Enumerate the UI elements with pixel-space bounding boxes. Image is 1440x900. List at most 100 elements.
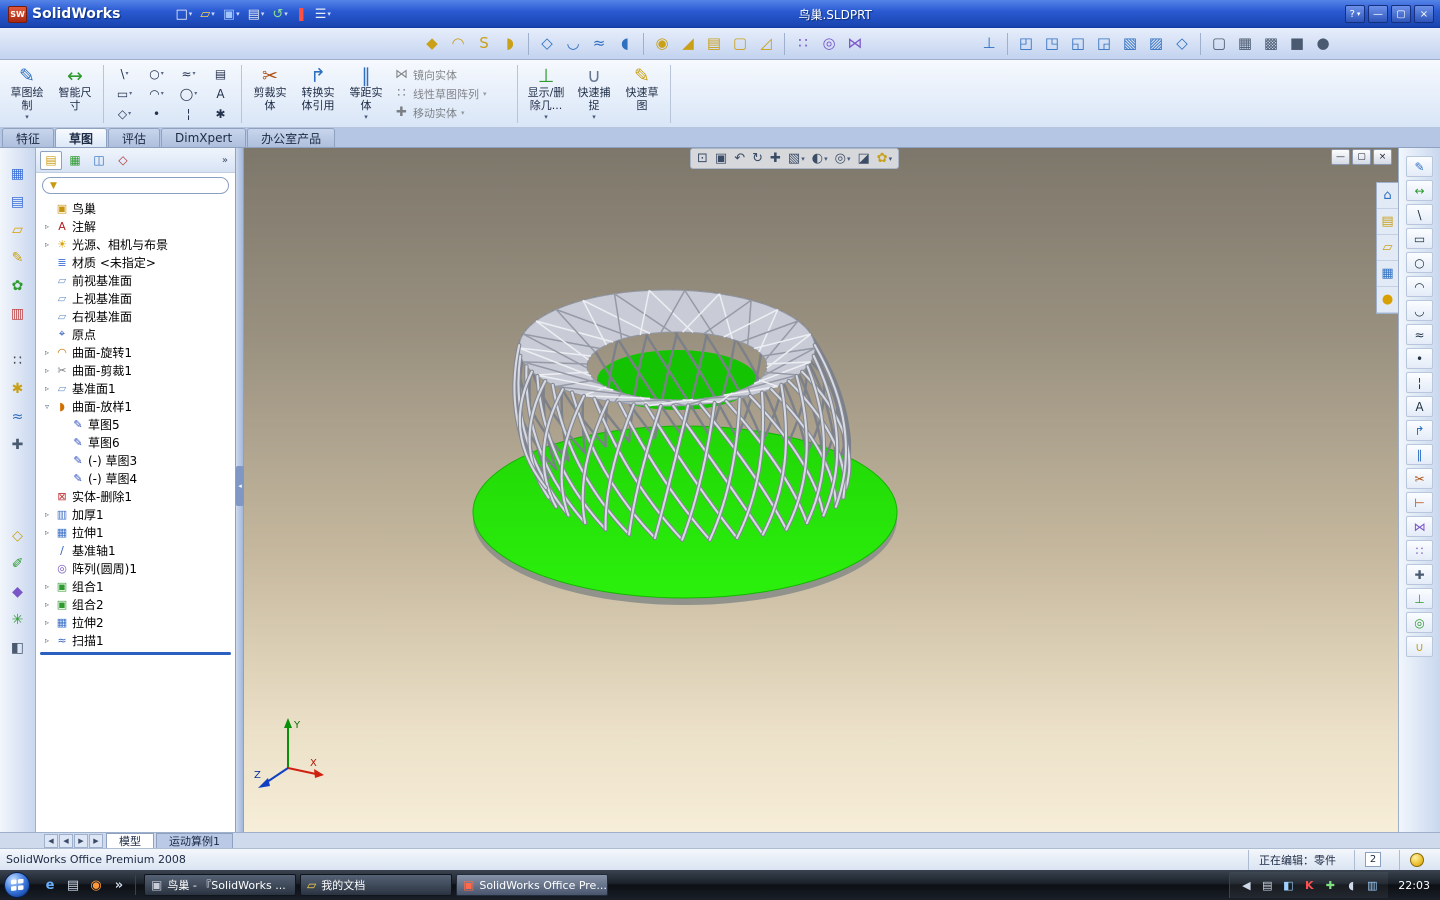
ime-language-icon[interactable]: ▤ bbox=[1259, 877, 1275, 893]
appearances-icon[interactable]: ● bbox=[1377, 287, 1398, 313]
smart-dimension-icon[interactable]: ↔ bbox=[1406, 180, 1433, 201]
new-document-icon[interactable]: □ ▾ bbox=[172, 4, 195, 24]
internet-explorer-icon[interactable]: e bbox=[40, 875, 60, 895]
tree-item-origin[interactable]: ⌖ 原点 bbox=[36, 325, 235, 343]
network-icon[interactable]: ▥ bbox=[1364, 877, 1380, 893]
expand-arrow-icon[interactable]: ▹ bbox=[42, 582, 52, 591]
polygon-icon[interactable]: ◇ ▾ bbox=[109, 104, 140, 123]
media-player-icon[interactable]: ◉ bbox=[86, 875, 106, 895]
taskbar-window-solidworks-office[interactable]: ▣ SolidWorks Office Pre... bbox=[456, 874, 608, 896]
quick-tips-icon[interactable] bbox=[1410, 852, 1424, 867]
volume-icon[interactable]: ◖ bbox=[1343, 877, 1359, 893]
extruded-boss-icon[interactable]: ◆ bbox=[420, 32, 444, 56]
tab-评估[interactable]: 评估 bbox=[108, 128, 161, 147]
sketch-picture-icon[interactable]: ▤ bbox=[205, 64, 236, 83]
tree-item-axis1[interactable]: ∕ 基准轴1 bbox=[36, 541, 235, 559]
text-icon[interactable]: A bbox=[1406, 396, 1433, 417]
tree-item-extrude2[interactable]: ▹ ▦ 拉伸2 bbox=[36, 613, 235, 631]
sparkle-icon[interactable]: ✱ bbox=[5, 377, 30, 400]
expand-arrow-icon[interactable]: ▹ bbox=[42, 510, 52, 519]
overflow-chevron-icon[interactable]: » bbox=[219, 155, 231, 166]
dropdown-arrow-icon[interactable]: ▾ bbox=[129, 90, 132, 97]
graphics-settings-icon[interactable]: ◧ bbox=[1280, 877, 1296, 893]
dropdown-arrow-icon[interactable]: ▾ bbox=[284, 10, 288, 18]
show-desktop-icon[interactable]: ▤ bbox=[63, 875, 83, 895]
tree-item-surface-loft1[interactable]: ▿ ◗ 曲面-放样1 bbox=[36, 397, 235, 415]
rollback-bar[interactable] bbox=[40, 652, 231, 655]
mirror-entities-icon[interactable]: ⋈ bbox=[1406, 516, 1433, 537]
tree-item-right-plane[interactable]: ▱ 右视基准面 bbox=[36, 307, 235, 325]
quick-snaps-icon[interactable]: ∪ bbox=[1406, 636, 1433, 657]
circle-icon[interactable]: ○ bbox=[1406, 252, 1433, 273]
linear-pattern-icon[interactable]: ∷ bbox=[791, 32, 815, 56]
solidworks-resources-icon[interactable]: ⌂ bbox=[1377, 183, 1398, 209]
hide-show-items-icon[interactable]: ◎ ▾ bbox=[832, 150, 854, 168]
property-manager-icon[interactable]: ▦ bbox=[64, 151, 86, 170]
maximize-button[interactable]: ▢ bbox=[1391, 5, 1411, 23]
construction-geometry-icon[interactable]: ✱ bbox=[205, 104, 236, 123]
expand-arrow-icon[interactable]: ▹ bbox=[42, 240, 52, 249]
doc-tab-model[interactable]: 模型 bbox=[106, 833, 154, 848]
graphics-viewport[interactable]: ⊡ ▣ ↶ ↻ ✚ ▧ ▾ ◐ ▾ ◎ ▾ ◪ ✿ ▾ — ▢ × ⌂ ▤ ▱ ▦ ● Y X Z bbox=[244, 148, 1398, 832]
tab-DimXpert[interactable]: DimXpert bbox=[161, 128, 247, 147]
trim-entities-button[interactable]: ✂ 剪裁实体 bbox=[247, 63, 293, 125]
quick-snaps-button[interactable]: ∪ 快速捕捉 ▾ bbox=[571, 63, 617, 125]
swept-boss-icon[interactable]: S bbox=[472, 32, 496, 56]
shaded-icon[interactable]: ● bbox=[1311, 32, 1335, 56]
print-icon[interactable]: ▤ ▾ bbox=[245, 4, 268, 24]
line-icon[interactable]: \ ▾ bbox=[109, 64, 140, 83]
move-entities-button[interactable]: ✚ 移动实体 ▾ bbox=[394, 105, 512, 121]
tab-草图[interactable]: 草图 bbox=[55, 128, 108, 147]
mirror-feature-icon[interactable]: ⋈ bbox=[843, 32, 867, 56]
dropdown-arrow-icon[interactable]: ▾ bbox=[544, 113, 548, 121]
view-isometric-icon[interactable]: ◇ bbox=[1170, 32, 1194, 56]
tree-item-annotations[interactable]: ▹ A 注解 bbox=[36, 217, 235, 235]
standard-views-icon[interactable]: ▧ ▾ bbox=[785, 150, 808, 168]
rib-icon[interactable]: ▤ bbox=[702, 32, 726, 56]
view-back-icon[interactable]: ◳ bbox=[1040, 32, 1064, 56]
tree-item-material[interactable]: ≣ 材质 <未指定> bbox=[36, 253, 235, 271]
dropdown-arrow-icon[interactable]: ▾ bbox=[194, 90, 197, 97]
revolved-cut-icon[interactable]: ◡ bbox=[561, 32, 585, 56]
tab-scroll-arrow[interactable]: ▶ bbox=[74, 834, 88, 848]
dimxpert-manager-icon[interactable]: ◇ bbox=[112, 151, 134, 170]
hidden-icons-icon[interactable]: ◀ bbox=[1238, 877, 1254, 893]
folder-icon[interactable]: ▱ bbox=[5, 218, 30, 241]
dropdown-arrow-icon[interactable]: ▾ bbox=[801, 155, 805, 163]
expand-arrow-icon[interactable]: ▹ bbox=[42, 636, 52, 645]
pen-icon[interactable]: ✐ bbox=[5, 552, 30, 575]
dropdown-arrow-icon[interactable]: ▾ bbox=[128, 110, 131, 117]
trim-entities-icon[interactable]: ✂ bbox=[1406, 468, 1433, 489]
help-button[interactable]: ? ▾ bbox=[1345, 5, 1365, 23]
doc-restore-button[interactable]: ▢ bbox=[1352, 149, 1371, 165]
expand-arrow-icon[interactable]: ▿ bbox=[42, 402, 52, 411]
tab-办公室产品[interactable]: 办公室产品 bbox=[247, 128, 336, 147]
section-view-icon[interactable]: ◪ bbox=[854, 150, 872, 168]
centerpoint-arc-icon[interactable]: ◠ bbox=[1406, 276, 1433, 297]
offset-entities-button[interactable]: ∥ 等距实体 ▾ bbox=[343, 63, 389, 125]
offset-entities-icon[interactable]: ∥ bbox=[1406, 444, 1433, 465]
pan-icon[interactable]: ✚ bbox=[767, 150, 784, 168]
antivirus-kaspersky-icon[interactable]: K bbox=[1301, 877, 1317, 893]
dropdown-arrow-icon[interactable]: ▾ bbox=[236, 10, 240, 18]
tree-item-front-plane[interactable]: ▱ 前视基准面 bbox=[36, 271, 235, 289]
taskbar-window-my-documents[interactable]: ▱ 我的文档 bbox=[300, 874, 452, 896]
tree-item-body-delete1[interactable]: ⊠ 实体-删除1 bbox=[36, 487, 235, 505]
shell-icon[interactable]: ▢ bbox=[728, 32, 752, 56]
extend-entities-icon[interactable]: ⊢ bbox=[1406, 492, 1433, 513]
rebuild-icon[interactable]: ❚ bbox=[293, 4, 310, 24]
previous-view-icon[interactable]: ↶ bbox=[731, 150, 748, 168]
expand-arrow-icon[interactable]: ▹ bbox=[42, 366, 52, 375]
point-icon[interactable]: • bbox=[141, 104, 172, 123]
tag-icon[interactable]: ◆ bbox=[5, 580, 30, 603]
expand-arrow-icon[interactable]: ▹ bbox=[42, 600, 52, 609]
revolved-boss-icon[interactable]: ◠ bbox=[446, 32, 470, 56]
save-icon[interactable]: ▣ ▾ bbox=[220, 4, 243, 24]
diamond-icon[interactable]: ◇ bbox=[5, 524, 30, 547]
wireframe-icon[interactable]: ▢ bbox=[1207, 32, 1231, 56]
shaded-with-edges-icon[interactable]: ■ bbox=[1285, 32, 1309, 56]
chart-icon[interactable]: ▥ bbox=[5, 302, 30, 325]
doc-tab-motion-study-1[interactable]: 运动算例1 bbox=[156, 833, 233, 848]
lofted-boss-icon[interactable]: ◗ bbox=[498, 32, 522, 56]
line-icon[interactable]: \ bbox=[1406, 204, 1433, 225]
